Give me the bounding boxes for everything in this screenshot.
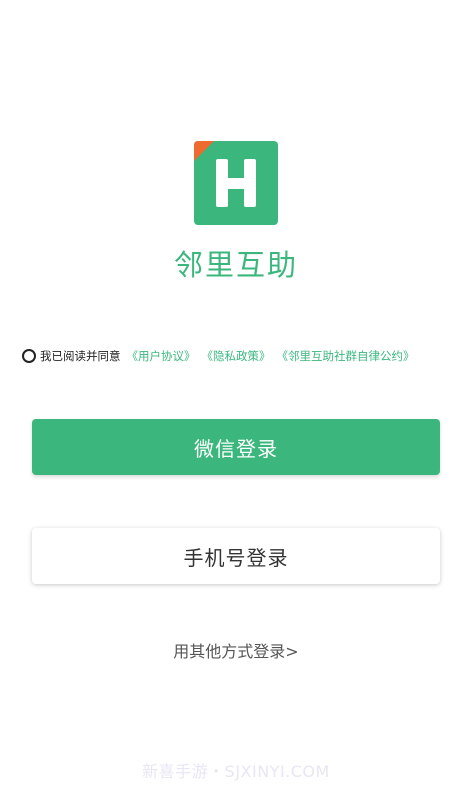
agreement-text: 我已阅读并同意 (40, 349, 121, 363)
watermark: 新喜手游・SJXINYI.COM (142, 762, 330, 781)
wechat-login-button[interactable]: 微信登录 (32, 419, 440, 475)
app-name: 邻里互助 (173, 248, 298, 282)
community-convention-link[interactable]: 《邻里互助社群自律公约》 (277, 348, 415, 364)
agreement-radio[interactable] (22, 349, 36, 363)
app-logo (194, 141, 278, 225)
h-logo-icon (216, 159, 256, 207)
privacy-policy-link[interactable]: 《隐私政策》 (202, 348, 271, 364)
user-agreement-link[interactable]: 《用户协议》 (127, 348, 196, 364)
phone-login-label: 手机号登录 (183, 545, 289, 570)
agreement-row: 我已阅读并同意 《用户协议》 《隐私政策》 《邻里互助社群自律公约》 (22, 346, 462, 366)
wechat-login-label: 微信登录 (194, 436, 278, 461)
phone-login-button[interactable]: 手机号登录 (32, 528, 440, 584)
other-login-link[interactable]: 用其他方式登录> (0, 638, 472, 662)
